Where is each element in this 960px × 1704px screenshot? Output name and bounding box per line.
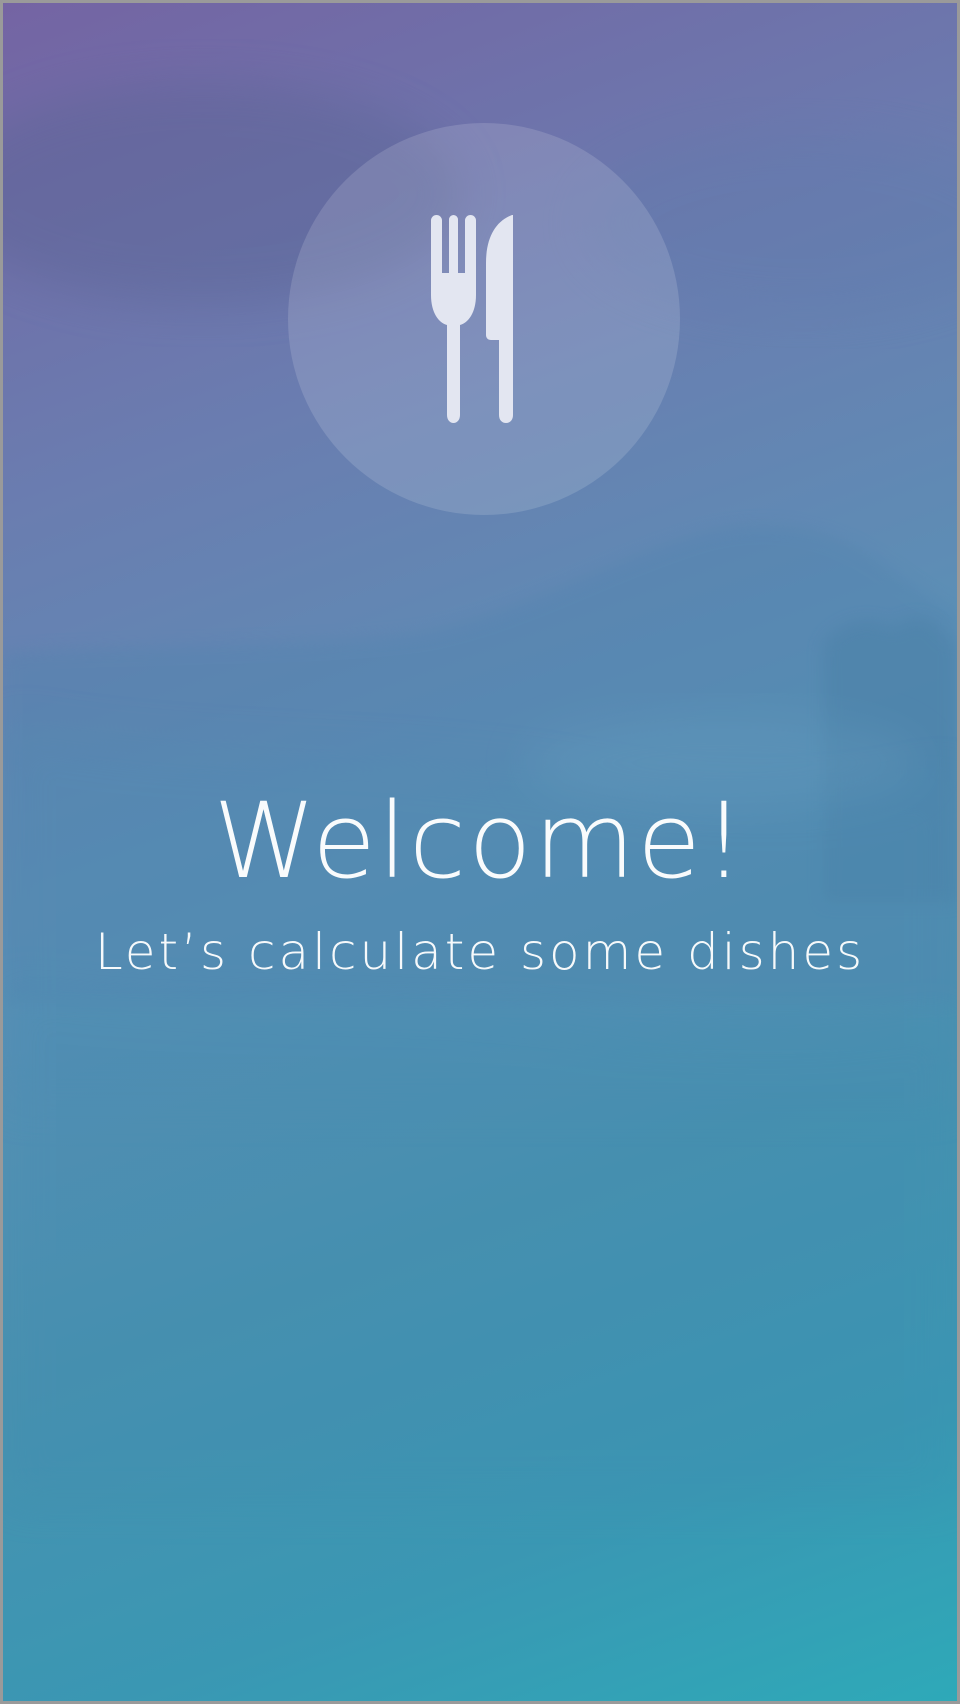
welcome-subtitle: Let’s calculate some dishes xyxy=(94,923,866,981)
logo-circle xyxy=(288,123,680,515)
fork-knife-icon xyxy=(431,215,513,423)
welcome-screen: Welcome! Let’s calculate some dishes xyxy=(0,0,960,1704)
welcome-title: Welcome! xyxy=(213,780,747,902)
